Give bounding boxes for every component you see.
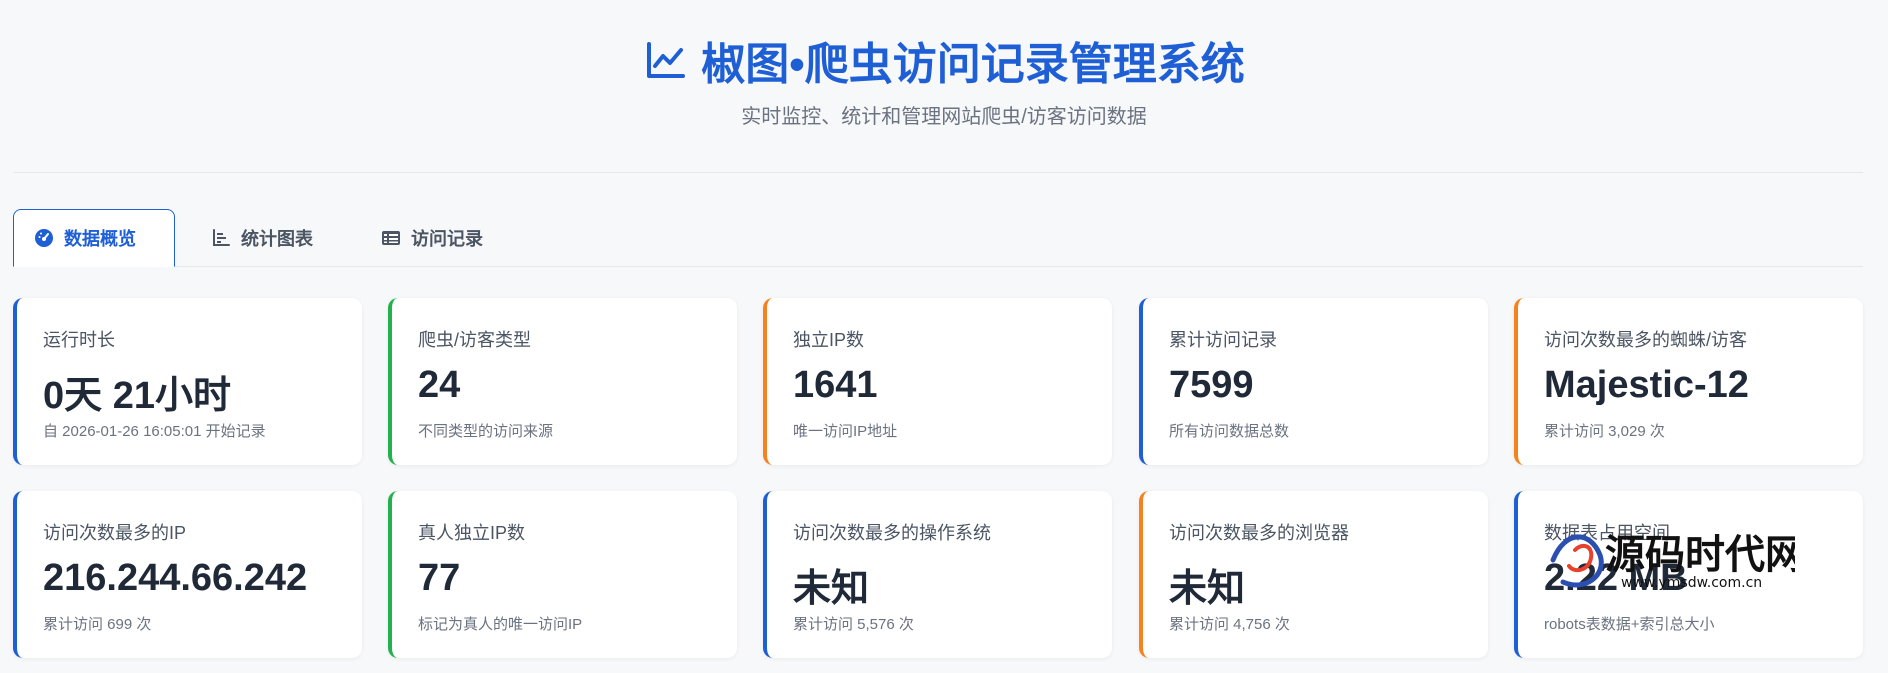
dashboard-icon [35, 229, 53, 247]
svg-text:源码时代网: 源码时代网 [1605, 531, 1795, 578]
bar-chart-icon [213, 229, 230, 246]
card-note: 累计访问 3,029 次 [1544, 423, 1665, 440]
card-note: 所有访问数据总数 [1169, 423, 1290, 440]
tab-overview[interactable]: 数据概览 [13, 209, 175, 267]
tab-label: 统计图表 [241, 229, 313, 249]
page: 椒图•爬虫访问记录管理系统 实时监控、统计和管理网站爬虫/访客访问数据 数据概览 [0, 0, 1888, 673]
card-note: 累计访问 699 次 [43, 616, 152, 633]
card-value: 216.244.66.242 [43, 557, 308, 599]
stat-card-top-ip: 访问次数最多的IP 216.244.66.242 累计访问 699 次 [13, 491, 362, 658]
card-value: 未知 [1169, 568, 1246, 610]
stat-card-total-records: 累计访问记录 7599 所有访问数据总数 [1139, 298, 1488, 465]
card-note: 累计访问 4,756 次 [1169, 616, 1290, 633]
stat-card-top-os: 访问次数最多的操作系统 未知 累计访问 5,576 次 [763, 491, 1112, 658]
card-label: 爬虫/访客类型 [418, 330, 532, 350]
card-value: 24 [418, 364, 461, 406]
card-value: 1641 [793, 364, 878, 406]
page-subtitle: 实时监控、统计和管理网站爬虫/访客访问数据 [741, 106, 1147, 128]
card-value: 未知 [793, 568, 870, 610]
header: 椒图•爬虫访问记录管理系统 实时监控、统计和管理网站爬虫/访客访问数据 [0, 0, 1888, 172]
tab-label: 访问记录 [411, 229, 483, 249]
card-value: Majestic-12 [1544, 364, 1749, 406]
stat-card-uptime: 运行时长 0天 21小时 自 2026-01-26 16:05:01 开始记录 [13, 298, 362, 465]
page-title: 椒图•爬虫访问记录管理系统 [0, 28, 1888, 92]
card-label: 独立IP数 [793, 330, 865, 350]
card-value: 0天 21小时 [43, 375, 231, 417]
card-label: 累计访问记录 [1169, 330, 1277, 350]
card-note: 累计访问 5,576 次 [793, 616, 914, 633]
tab-charts[interactable]: 统计图表 [191, 209, 333, 267]
svg-text:www.ymsdw.com.cn: www.ymsdw.com.cn [1621, 575, 1762, 591]
card-label: 真人独立IP数 [418, 523, 526, 543]
card-label: 运行时长 [43, 330, 115, 350]
stat-card-top-spider: 访问次数最多的蜘蛛/访客 Majestic-12 累计访问 3,029 次 [1514, 298, 1863, 465]
tab-label: 数据概览 [64, 229, 136, 249]
card-label: 访问次数最多的操作系统 [793, 523, 991, 543]
line-chart-icon [647, 42, 686, 78]
header-divider [13, 172, 1863, 173]
stat-card-top-browser: 访问次数最多的浏览器 未知 累计访问 4,756 次 [1139, 491, 1488, 658]
card-note: 不同类型的访问来源 [418, 423, 554, 440]
stat-card-visitor-types: 爬虫/访客类型 24 不同类型的访问来源 [388, 298, 737, 465]
card-label: 访问次数最多的浏览器 [1169, 523, 1349, 543]
card-value: 77 [418, 557, 461, 599]
card-label: 访问次数最多的蜘蛛/访客 [1544, 330, 1747, 350]
card-note: 标记为真人的唯一访问IP [418, 616, 583, 633]
stat-card-unique-ips: 独立IP数 1641 唯一访问IP地址 [763, 298, 1112, 465]
tab-records[interactable]: 访问记录 [361, 209, 503, 267]
card-note: 唯一访问IP地址 [793, 423, 898, 440]
tab-bar: 数据概览 统计图表 访问记录 [13, 209, 1863, 267]
stat-card-human-ips: 真人独立IP数 77 标记为真人的唯一访问IP [388, 491, 737, 658]
card-note: 自 2026-01-26 16:05:01 开始记录 [43, 423, 266, 440]
card-note: robots表数据+索引总大小 [1544, 616, 1715, 633]
card-value: 7599 [1169, 364, 1254, 406]
page-title-text: 椒图•爬虫访问记录管理系统 [701, 40, 1245, 89]
table-list-icon [382, 231, 400, 245]
watermark-logo: 源码时代网 www.ymsdw.com.cn [1550, 531, 1795, 591]
card-label: 访问次数最多的IP [43, 523, 187, 543]
